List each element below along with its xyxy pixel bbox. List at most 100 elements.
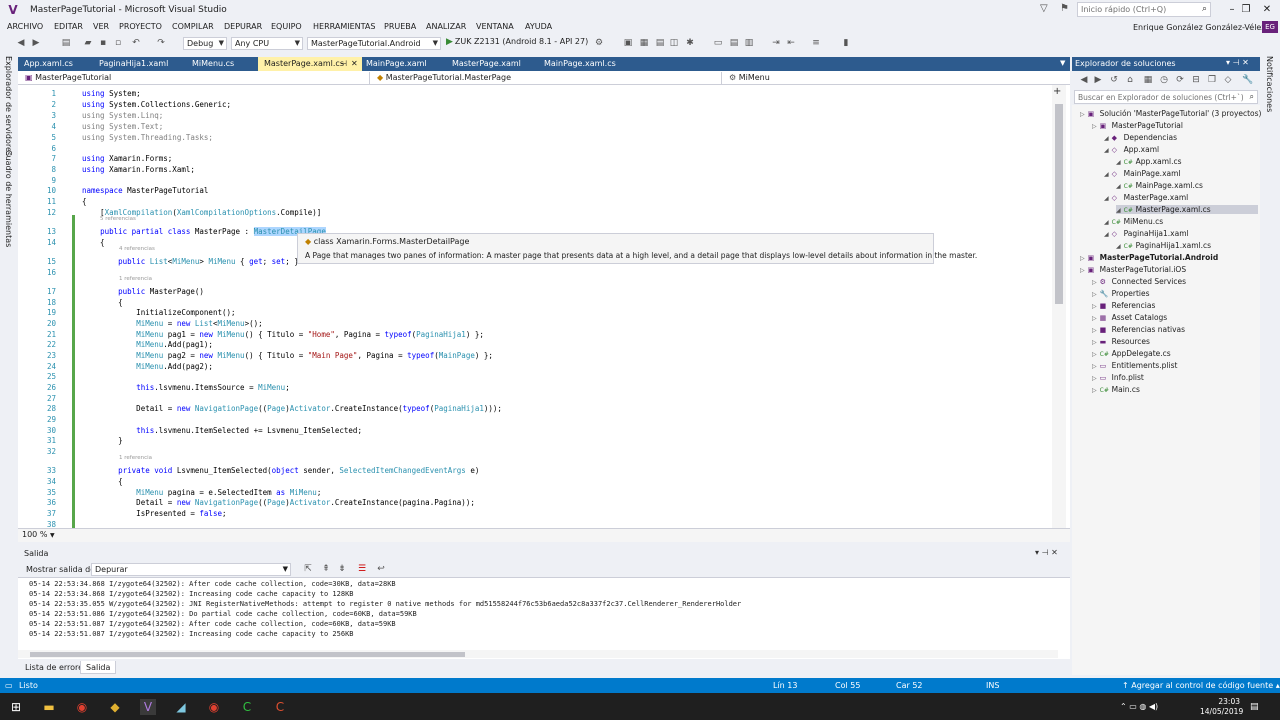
expand-arrow-icon[interactable]: ▷ bbox=[1092, 303, 1097, 310]
avatar[interactable]: EG bbox=[1262, 21, 1278, 33]
menu-depurar[interactable]: DEPURAR bbox=[224, 22, 262, 31]
camtasia-icon[interactable]: C bbox=[239, 699, 255, 715]
tab-app-xaml-cs[interactable]: App.xaml.cs bbox=[18, 57, 79, 71]
menu-herramientas[interactable]: HERRAMIENTAS bbox=[313, 22, 375, 31]
output-scroll-thumb[interactable] bbox=[30, 652, 465, 657]
tree-node[interactable]: ◢ C# App.xaml.cs bbox=[1116, 157, 1258, 166]
back-icon[interactable]: ◀ bbox=[1078, 74, 1090, 86]
server-explorer-tab[interactable]: Explorador de servidores bbox=[4, 56, 13, 156]
emulator-icon[interactable]: ▤ bbox=[654, 37, 666, 49]
expand-arrow-icon[interactable]: ▷ bbox=[1080, 255, 1085, 262]
menu-archivo[interactable]: ARCHIVO bbox=[7, 22, 43, 31]
properties-icon[interactable]: 🔧 bbox=[1242, 74, 1254, 86]
config-select[interactable]: Debug ▼ bbox=[183, 37, 227, 50]
code-lens-references[interactable]: 4 referencias bbox=[119, 246, 155, 252]
output-window-controls[interactable]: ▾ ⊣ ✕ bbox=[1035, 548, 1058, 557]
tab-paginahija1-xaml[interactable]: PaginaHija1.xaml bbox=[93, 57, 174, 71]
code-line[interactable]: { bbox=[82, 477, 123, 486]
tool-icon[interactable]: ⚙ bbox=[593, 37, 605, 49]
menu-compilar[interactable]: COMPILAR bbox=[172, 22, 214, 31]
tab-mainpage-xaml-cs[interactable]: MainPage.xaml.cs bbox=[538, 57, 622, 71]
bookmark-icon[interactable]: ▮ bbox=[840, 37, 852, 49]
tree-node[interactable]: ▷ C# AppDelegate.cs bbox=[1092, 349, 1258, 358]
expand-arrow-icon[interactable]: ◢ bbox=[1116, 207, 1121, 214]
code-lens-references[interactable]: 1 referencia bbox=[119, 276, 152, 282]
view-code-icon[interactable]: ◇ bbox=[1222, 74, 1234, 86]
expand-arrow-icon[interactable]: ▷ bbox=[1092, 315, 1097, 322]
code-line[interactable]: this.lsvmenu.ItemSelected += Lsvmenu_Ite… bbox=[82, 426, 362, 435]
recorder-icon[interactable]: C bbox=[272, 699, 288, 715]
expand-arrow-icon[interactable]: ◢ bbox=[1104, 219, 1109, 226]
tab-mimenu-cs[interactable]: MiMenu.cs bbox=[186, 57, 240, 71]
tree-node[interactable]: ◢ ◆ Dependencias bbox=[1104, 133, 1258, 142]
notifications-icon[interactable]: ▤ bbox=[1250, 702, 1259, 712]
code-line[interactable]: { bbox=[82, 197, 87, 206]
prev-message-icon[interactable]: ⇞ bbox=[320, 563, 332, 575]
sdk-icon[interactable]: ◫ bbox=[668, 37, 680, 49]
code-editor[interactable]: 1 using System; 2 using System.Collections.… bbox=[18, 85, 1070, 528]
chrome-icon[interactable]: ◉ bbox=[206, 699, 222, 715]
menu-editar[interactable]: EDITAR bbox=[54, 22, 83, 31]
tab-masterpage-xaml[interactable]: MasterPage.xaml bbox=[446, 57, 527, 71]
expand-arrow-icon[interactable]: ▷ bbox=[1092, 351, 1097, 358]
show-all-icon[interactable]: ▦ bbox=[1142, 74, 1154, 86]
code-line[interactable]: using System.Text; bbox=[82, 122, 163, 131]
expand-arrow-icon[interactable]: ▷ bbox=[1080, 267, 1085, 274]
tab-masterpage-xaml-cs[interactable]: MasterPage.xaml.cs ⊣ ✕ bbox=[258, 57, 362, 71]
expand-arrow-icon[interactable]: ◢ bbox=[1104, 147, 1109, 154]
forward-icon[interactable]: ▶ bbox=[30, 37, 42, 49]
tab-mainpage-xaml[interactable]: MainPage.xaml bbox=[360, 57, 433, 71]
open-file-icon[interactable]: ▰ bbox=[82, 37, 94, 49]
user-name[interactable]: Enrique González González-Vélez bbox=[1133, 23, 1266, 32]
code-line[interactable]: { bbox=[82, 238, 105, 247]
code-line[interactable]: using Xamarin.Forms; bbox=[82, 154, 172, 163]
tree-node[interactable]: ◢ ◇ MasterPage.xaml bbox=[1104, 193, 1258, 202]
file-explorer-icon[interactable]: ▬ bbox=[41, 699, 57, 715]
code-line[interactable]: Detail = new NavigationPage((Page)Activa… bbox=[82, 404, 502, 413]
app-icon[interactable]: ◢ bbox=[173, 699, 189, 715]
code-lens-references[interactable]: 5 referencias bbox=[100, 216, 136, 222]
code-line[interactable]: MiMenu.Add(pag1); bbox=[82, 340, 213, 349]
source-control-button[interactable]: ↑ Agregar al control de código fuente ▴ bbox=[1122, 681, 1280, 690]
new-project-icon[interactable]: ▤ bbox=[60, 37, 72, 49]
find-message-icon[interactable]: ⇱ bbox=[302, 563, 314, 575]
tree-node[interactable]: ▷ ▣ MasterPageTutorial.Android bbox=[1080, 253, 1258, 262]
redo-icon[interactable]: ↷ bbox=[155, 37, 167, 49]
code-line[interactable]: using System; bbox=[82, 89, 141, 98]
expand-arrow-icon[interactable]: ◢ bbox=[1116, 243, 1121, 250]
comment-icon[interactable]: ▤ bbox=[728, 37, 740, 49]
tab-output[interactable]: Salida bbox=[80, 661, 117, 674]
tree-node[interactable]: ▷ 🔧 Properties bbox=[1092, 289, 1258, 298]
tree-node[interactable]: ▷ ▭ Info.plist bbox=[1092, 373, 1258, 382]
indent-icon[interactable]: ⇥ bbox=[770, 37, 782, 49]
tree-node[interactable]: ▷ ▬ Resources bbox=[1092, 337, 1258, 346]
word-wrap-icon[interactable]: ↩ bbox=[375, 563, 387, 575]
expand-arrow-icon[interactable]: ▷ bbox=[1092, 339, 1097, 346]
expand-arrow-icon[interactable]: ▷ bbox=[1092, 387, 1097, 394]
code-line[interactable]: public List<MiMenu> MiMenu { get; set; } bbox=[82, 257, 299, 266]
history-icon[interactable]: ◷ bbox=[1158, 74, 1170, 86]
editor-scroll-thumb[interactable] bbox=[1055, 104, 1063, 304]
code-line[interactable]: using System.Collections.Generic; bbox=[82, 100, 231, 109]
collapse-all-icon[interactable]: ⊟ bbox=[1190, 74, 1202, 86]
code-line[interactable]: Detail = new NavigationPage((Page)Activa… bbox=[82, 498, 475, 507]
layout-icon[interactable]: ▭ bbox=[712, 37, 724, 49]
close-window-button[interactable]: ✕ bbox=[1254, 2, 1280, 18]
tree-node[interactable]: ▷ ▣ MasterPageTutorial.iOS bbox=[1080, 265, 1258, 274]
code-line[interactable]: private void Lsvmenu_ItemSelected(object… bbox=[82, 466, 479, 475]
code-line[interactable]: } bbox=[82, 436, 123, 445]
menu-equipo[interactable]: EQUIPO bbox=[271, 22, 302, 31]
menu-prueba[interactable]: PRUEBA bbox=[384, 22, 416, 31]
expand-arrow-icon[interactable]: ▷ bbox=[1092, 291, 1097, 298]
tree-node[interactable]: ◢ C# MainPage.xaml.cs bbox=[1116, 181, 1258, 190]
menu-ventana[interactable]: VENTANA bbox=[476, 22, 514, 31]
output-text-area[interactable]: 05-14 22:53:34.868 I/zygote64(32502): Af… bbox=[18, 577, 1070, 659]
expand-arrow-icon[interactable]: ▷ bbox=[1092, 279, 1097, 286]
run-button[interactable]: ▶ ZUK Z2131 (Android 8.1 - API 27) bbox=[446, 37, 588, 47]
code-line[interactable]: InitializeComponent(); bbox=[82, 308, 235, 317]
code-line[interactable]: using System.Threading.Tasks; bbox=[82, 133, 213, 142]
menu-proyecto[interactable]: PROYECTO bbox=[119, 22, 162, 31]
tree-node[interactable]: ▷ ▣ MasterPageTutorial bbox=[1092, 121, 1258, 130]
sync-icon[interactable]: ↺ bbox=[1108, 74, 1120, 86]
chrome-icon[interactable]: ◉ bbox=[74, 699, 90, 715]
